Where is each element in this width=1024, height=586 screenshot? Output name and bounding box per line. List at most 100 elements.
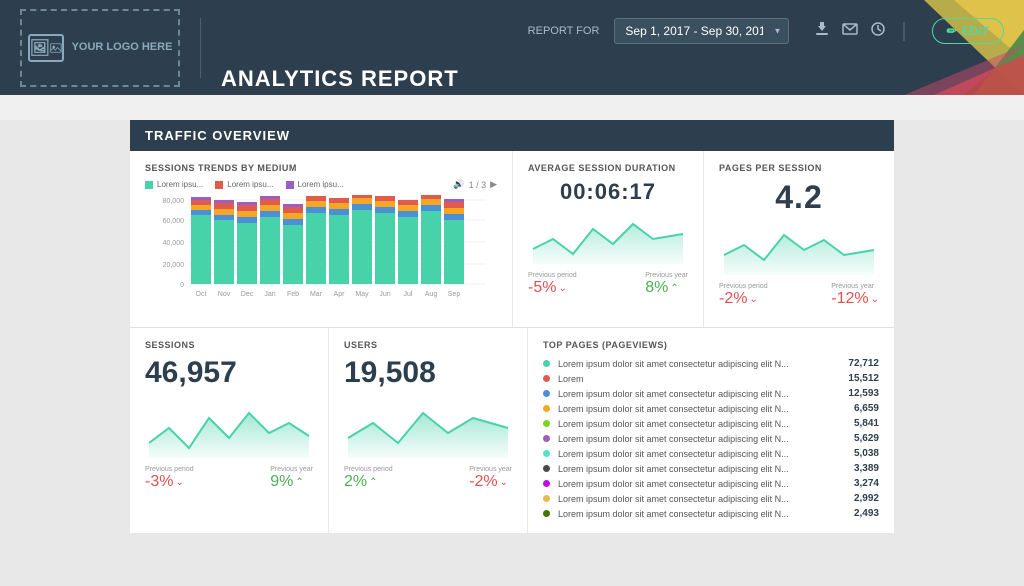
s-prev-year-change: 9% ⌃ xyxy=(270,473,313,491)
s-arrow-up: ⌃ xyxy=(295,477,303,488)
page-name: Lorem ipsum dolor sit amet consectetur a… xyxy=(558,464,846,474)
users-prev-year: Previous year -2% ⌄ xyxy=(469,466,512,491)
page-dot xyxy=(543,495,550,502)
svg-text:Feb: Feb xyxy=(287,291,299,298)
page-name: Lorem ipsum dolor sit amet consectetur a… xyxy=(558,449,846,459)
u-prev-period-label: Previous period xyxy=(344,466,393,473)
top-pages-row: Lorem ipsum dolor sit amet consectetur a… xyxy=(543,401,879,416)
top-pages-list: Lorem ipsum dolor sit amet consectetur a… xyxy=(543,356,879,521)
avg-session-duration-chart: AVERAGE SESSION DURATION 00:06:17 Previo… xyxy=(513,151,704,327)
svg-text:Aug: Aug xyxy=(425,291,438,298)
legend-page: 1 / 3 xyxy=(469,180,487,190)
logo-text: YOUR LOGO HERE xyxy=(72,40,173,54)
users-title: USERS xyxy=(344,340,512,350)
users-sparkline xyxy=(344,398,512,458)
users-prev-period: Previous period 2% ⌃ xyxy=(344,466,393,491)
pages-session-footer: Previous period -2% ⌄ Previous year -12%… xyxy=(719,283,879,308)
legend-item-3: Lorem ipsu... xyxy=(286,180,344,189)
clock-icon[interactable] xyxy=(870,21,886,42)
logo-icon xyxy=(28,34,64,62)
page-name: Lorem ipsum dolor sit amet consectetur a… xyxy=(558,479,846,489)
sessions-prev-period: Previous period -3% ⌄ xyxy=(145,466,194,491)
section-title: TRAFFIC OVERVIEW xyxy=(145,128,290,143)
users-chart: USERS 19,508 Previous period 2% ⌃ xyxy=(329,328,528,533)
page-name: Lorem ipsum dolor sit amet consectetur a… xyxy=(558,434,846,444)
edit-icon: ✏ xyxy=(947,24,957,38)
prev-period-val-1: -5% xyxy=(528,279,556,297)
legend-dot-3 xyxy=(286,181,294,189)
separator: | xyxy=(901,20,906,43)
prev-period-change-1: -5% ⌄ xyxy=(528,279,577,297)
s-prev-period-val: -3% xyxy=(145,473,173,491)
legend-dot-2 xyxy=(215,181,223,189)
legend-label-1: Lorem ipsu... xyxy=(157,180,203,189)
page-views: 5,038 xyxy=(854,448,879,459)
u-prev-period-val: 2% xyxy=(344,473,367,491)
u-prev-year-change: -2% ⌄ xyxy=(469,473,512,491)
top-pages-row: Lorem ipsum dolor sit amet consectetur a… xyxy=(543,461,879,476)
logo-area: YOUR LOGO HERE xyxy=(20,9,180,87)
page-dot xyxy=(543,375,550,382)
edit-button[interactable]: ✏ EDIT xyxy=(932,18,1004,44)
users-footer: Previous period 2% ⌃ Previous year -2% ⌄ xyxy=(344,466,512,491)
pages-session-prev-period: Previous period -2% ⌄ xyxy=(719,283,768,308)
page-dot xyxy=(543,360,550,367)
top-pages-row: Lorem ipsum dolor sit amet consectetur a… xyxy=(543,416,879,431)
page-views: 15,512 xyxy=(848,373,879,384)
sessions-trends-title: SESSIONS TRENDS BY MEDIUM xyxy=(145,163,497,173)
svg-text:Apr: Apr xyxy=(334,291,346,298)
page-name: Lorem ipsum dolor sit amet consectetur a… xyxy=(558,509,846,519)
page-views: 2,493 xyxy=(854,508,879,519)
prev-period-label-1: Previous period xyxy=(528,272,577,279)
svg-text:Mar: Mar xyxy=(310,291,323,298)
u-prev-year-val: -2% xyxy=(469,473,497,491)
top-pages-row: Lorem ipsum dolor sit amet consectetur a… xyxy=(543,386,879,401)
pages-per-session-sparkline xyxy=(719,220,879,275)
page-dot xyxy=(543,405,550,412)
page-dot xyxy=(543,435,550,442)
pages-per-session-value: 4.2 xyxy=(719,179,879,216)
sessions-footer: Previous period -3% ⌄ Previous year 9% ⌃ xyxy=(145,466,313,491)
prev-year-change-2: -12% ⌄ xyxy=(831,290,879,308)
date-select[interactable]: Sep 1, 2017 - Sep 30, 2017 xyxy=(614,18,789,44)
top-pages-row: Lorem ipsum dolor sit amet consectetur a… xyxy=(543,356,879,371)
top-pages-title: TOP PAGES (PAGEVIEWS) xyxy=(543,340,879,350)
email-icon[interactable] xyxy=(842,21,858,42)
svg-text:80,000: 80,000 xyxy=(163,198,185,205)
svg-text:May: May xyxy=(355,291,369,298)
svg-text:20,000: 20,000 xyxy=(163,262,185,269)
page-views: 3,274 xyxy=(854,478,879,489)
s-arrow-down: ⌄ xyxy=(175,477,183,488)
header-divider xyxy=(200,18,201,78)
avg-session-prev-period: Previous period -5% ⌄ xyxy=(528,272,577,297)
edit-label: EDIT xyxy=(962,24,989,38)
prev-year-val-1: 8% xyxy=(645,279,668,297)
legend-nav[interactable]: 🔊 1 / 3 ▶ xyxy=(453,179,497,190)
s-prev-year-val: 9% xyxy=(270,473,293,491)
users-value: 19,508 xyxy=(344,356,512,390)
legend-item-2: Lorem ipsu... xyxy=(215,180,273,189)
page-dot xyxy=(543,420,550,427)
page-name: Lorem xyxy=(558,374,840,384)
header-controls: REPORT FOR Sep 1, 2017 - Sep 30, 2017 xyxy=(528,18,1004,44)
header-icons xyxy=(814,21,886,42)
legend-label-3: Lorem ipsu... xyxy=(298,180,344,189)
svg-text:Jun: Jun xyxy=(379,291,390,298)
svg-text:Jul: Jul xyxy=(404,291,413,298)
page-views: 3,389 xyxy=(854,463,879,474)
s-prev-period-change: -3% ⌄ xyxy=(145,473,194,491)
sessions-prev-year: Previous year 9% ⌃ xyxy=(270,466,313,491)
top-pages-row: Lorem 15,512 xyxy=(543,371,879,386)
page-views: 5,841 xyxy=(854,418,879,429)
avg-session-prev-year: Previous year 8% ⌃ xyxy=(645,272,688,297)
prev-year-label-1: Previous year xyxy=(645,272,688,279)
top-pages-row: Lorem ipsum dolor sit amet consectetur a… xyxy=(543,431,879,446)
legend-item-1: Lorem ipsu... xyxy=(145,180,203,189)
download-icon[interactable] xyxy=(814,21,830,42)
report-for-label: REPORT FOR xyxy=(528,25,600,37)
s-prev-period-label: Previous period xyxy=(145,466,194,473)
date-range-selector[interactable]: Sep 1, 2017 - Sep 30, 2017 xyxy=(614,18,789,44)
page-name: Lorem ipsum dolor sit amet consectetur a… xyxy=(558,494,846,504)
svg-text:Nov: Nov xyxy=(218,291,231,298)
legend-label-2: Lorem ipsu... xyxy=(227,180,273,189)
